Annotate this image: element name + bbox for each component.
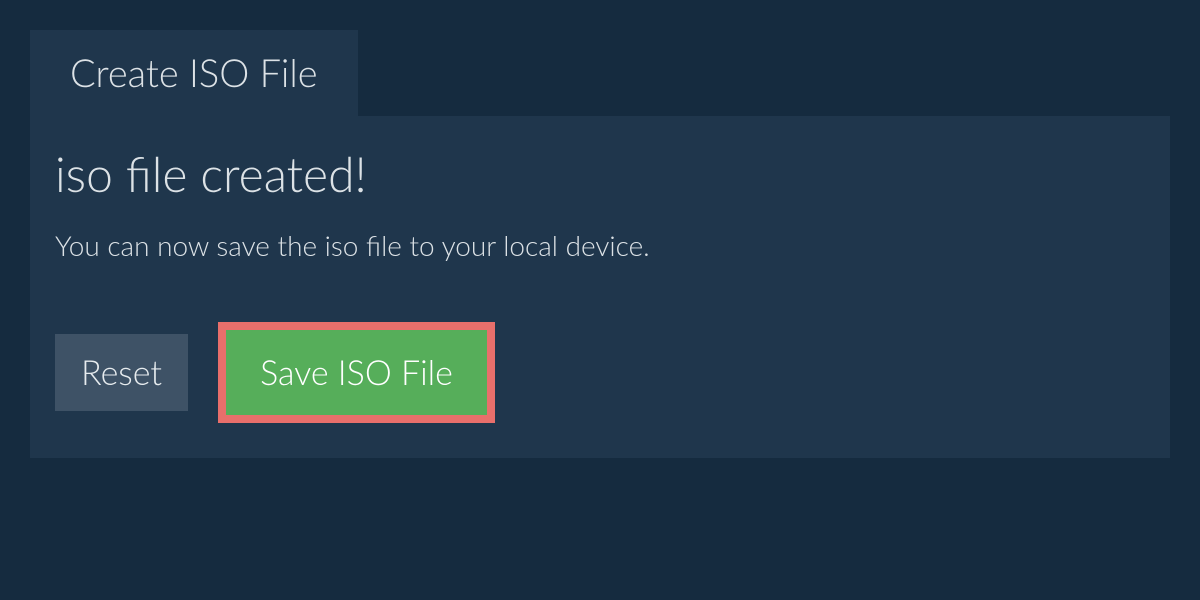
main-panel: iso file created! You can now save the i… — [30, 116, 1170, 458]
status-heading: iso file created! — [55, 146, 1145, 203]
tab-create-iso[interactable]: Create ISO File — [30, 30, 358, 116]
save-iso-button[interactable]: Save ISO File — [226, 330, 487, 415]
save-button-highlight: Save ISO File — [218, 322, 495, 423]
reset-button[interactable]: Reset — [55, 334, 188, 411]
button-row: Reset Save ISO File — [55, 322, 1145, 423]
status-description: You can now save the iso file to your lo… — [55, 228, 1145, 262]
